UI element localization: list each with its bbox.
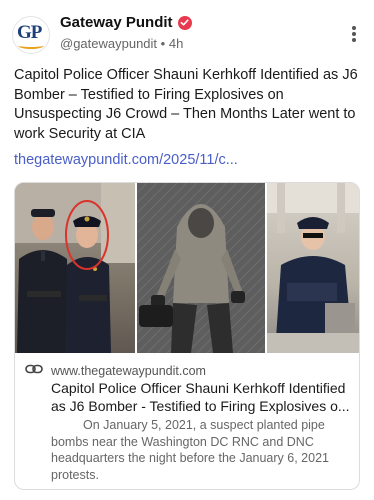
card-domain: www.thegatewaypundit.com [51,363,206,378]
avatar-initials: GP [17,22,42,43]
card-description: On January 5, 2021, a suspect planted pi… [51,418,329,482]
handle[interactable]: @gatewaypundit [60,36,157,51]
link-icon [25,363,43,378]
separator-dot: • [160,36,166,51]
card-image-officer-protest [267,183,359,353]
logo-swoosh [18,42,44,49]
card-domain-row: www.thegatewaypundit.com [25,363,206,378]
card-image-officers [15,183,135,353]
post-text: Capitol Police Officer Shauni Kerhkoff I… [14,67,358,142]
card-image-strip[interactable] [15,183,359,353]
author-name-row: Gateway Pundit [60,14,192,31]
post-age: 4h [168,36,184,51]
post-link[interactable]: thegatewaypundit.com/2025/11/c... [14,152,238,168]
card-title[interactable]: Capitol Police Officer Shauni Kerhkoff I… [51,379,351,415]
gateway-pundit-logo: GP [16,22,46,49]
post: GP Gateway Pundit @gatewaypundit • 4h Ca… [0,0,374,500]
display-name[interactable]: Gateway Pundit [60,14,173,31]
card-image-hooded-suspect [137,183,265,353]
link-preview-card[interactable]: www.thegatewaypundit.com Capitol Police … [14,182,360,490]
verified-check-icon [177,15,192,30]
more-options-icon[interactable] [352,26,356,42]
handle-row: @gatewaypundit • 4h [60,36,183,51]
avatar[interactable]: GP [12,16,50,54]
